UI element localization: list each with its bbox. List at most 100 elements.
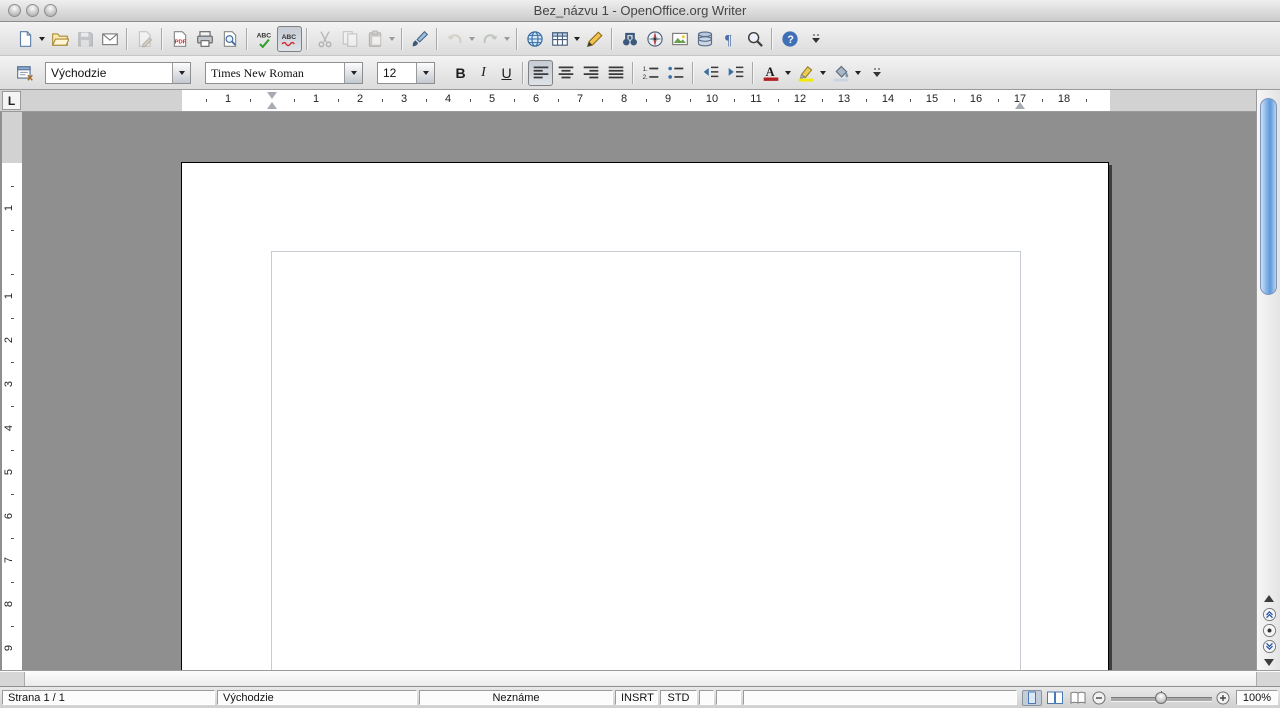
ruler-tick: [250, 99, 251, 102]
numbered-list-button[interactable]: 1.2.: [638, 60, 663, 86]
find-replace-button[interactable]: [617, 26, 642, 52]
multiple-pages-view-button[interactable]: [1045, 690, 1065, 706]
scrollbar-thumb[interactable]: [1260, 98, 1277, 295]
single-page-view-button[interactable]: [1022, 690, 1042, 706]
zoom-out-button[interactable]: [1092, 691, 1106, 705]
undo-button[interactable]: [442, 26, 467, 52]
book-view-button[interactable]: [1068, 690, 1088, 706]
previous-page-button[interactable]: [1258, 606, 1280, 622]
bullet-list-button[interactable]: [663, 60, 688, 86]
toolbar-separator: [246, 28, 248, 50]
spellcheck-button[interactable]: ABC: [252, 26, 277, 52]
insert-table-button[interactable]: [547, 26, 572, 52]
chevron-down-icon: [351, 71, 357, 75]
underline-button[interactable]: U: [495, 60, 518, 86]
zoom-slider-thumb[interactable]: [1155, 692, 1167, 704]
zoom-in-button[interactable]: [1216, 691, 1230, 705]
status-modified-cell[interactable]: [716, 690, 741, 705]
scroll-up-button[interactable]: [1258, 590, 1280, 606]
document-area[interactable]: [24, 112, 1256, 670]
show-draw-functions-button[interactable]: [582, 26, 607, 52]
status-page-number[interactable]: Strana 1 / 1: [2, 690, 215, 705]
paragraph-style-dropdown-button[interactable]: [172, 63, 190, 83]
status-insert-mode[interactable]: INSRT: [615, 690, 658, 705]
background-color-button[interactable]: [828, 60, 853, 86]
new-document-dropdown-arrow[interactable]: [37, 26, 47, 52]
table-dropdown-arrow[interactable]: [572, 26, 582, 52]
nonprinting-characters-button[interactable]: ¶: [717, 26, 742, 52]
decrease-indent-button[interactable]: [698, 60, 723, 86]
status-language[interactable]: Neznáme: [419, 690, 613, 705]
styles-and-formatting-button[interactable]: [12, 60, 37, 86]
gallery-button[interactable]: [667, 26, 692, 52]
document-as-email-button[interactable]: [97, 26, 122, 52]
export-pdf-button[interactable]: PDF: [167, 26, 192, 52]
edit-file-button[interactable]: [132, 26, 157, 52]
increase-indent-button[interactable]: [723, 60, 748, 86]
text-boundary[interactable]: [271, 251, 1021, 670]
align-center-button[interactable]: [553, 60, 578, 86]
first-line-indent-marker[interactable]: [267, 92, 277, 99]
align-right-button[interactable]: [578, 60, 603, 86]
auto-spellcheck-button[interactable]: ABC: [277, 26, 302, 52]
copy-button[interactable]: [337, 26, 362, 52]
paste-button[interactable]: [362, 26, 387, 52]
justify-button[interactable]: [603, 60, 628, 86]
globe-icon: [526, 30, 544, 48]
svg-text:A: A: [765, 64, 774, 78]
background-color-dropdown-arrow[interactable]: [853, 60, 863, 86]
navigation-button[interactable]: [1258, 622, 1280, 638]
redo-button[interactable]: [477, 26, 502, 52]
navigator-button[interactable]: [642, 26, 667, 52]
highlighting-dropdown-arrow[interactable]: [818, 60, 828, 86]
page-preview-button[interactable]: [217, 26, 242, 52]
left-indent-marker[interactable]: [267, 102, 277, 109]
save-button[interactable]: [72, 26, 97, 52]
font-color-button[interactable]: A: [758, 60, 783, 86]
tab-stop-selector[interactable]: L: [2, 91, 21, 110]
italic-button[interactable]: I: [472, 60, 495, 86]
scroll-down-button[interactable]: [1258, 654, 1280, 670]
open-button[interactable]: [47, 26, 72, 52]
horizontal-scrollbar[interactable]: [0, 670, 1280, 686]
font-size-dropdown-button[interactable]: [416, 63, 434, 83]
data-sources-button[interactable]: [692, 26, 717, 52]
vertical-scrollbar[interactable]: [1256, 90, 1280, 670]
highlighting-button[interactable]: [793, 60, 818, 86]
status-zoom-value[interactable]: 100%: [1236, 690, 1278, 705]
status-selection-mode[interactable]: STD: [660, 690, 697, 705]
new-document-button[interactable]: [12, 26, 37, 52]
paste-dropdown-arrow[interactable]: [387, 26, 397, 52]
font-name-dropdown-button[interactable]: [344, 63, 362, 83]
svg-text:1.: 1.: [642, 65, 647, 72]
print-button[interactable]: [192, 26, 217, 52]
next-page-button[interactable]: [1258, 638, 1280, 654]
status-hyperlink-cell[interactable]: [699, 690, 714, 705]
vertical-ruler[interactable]: 1123456789: [2, 112, 22, 670]
font-color-dropdown-arrow[interactable]: [783, 60, 793, 86]
right-indent-marker[interactable]: [1015, 102, 1025, 109]
paragraph-style-value[interactable]: Východzie: [46, 63, 172, 83]
redo-dropdown-arrow[interactable]: [502, 26, 512, 52]
align-left-button[interactable]: [528, 60, 553, 86]
formatting-toolbar: Východzie Times New Roman 12 B I U 1.2. …: [0, 56, 1280, 90]
font-name-value[interactable]: Times New Roman: [206, 63, 344, 83]
cut-button[interactable]: [312, 26, 337, 52]
scrollbar-corner: [1256, 672, 1280, 687]
ruler-tick: [11, 318, 14, 319]
toolbar-options-button[interactable]: [808, 34, 824, 43]
toolbar-options-button[interactable]: [869, 68, 885, 77]
page[interactable]: [181, 162, 1109, 670]
draw-pencil-icon: [586, 30, 604, 48]
zoom-button[interactable]: [742, 26, 767, 52]
ruler-tick: [954, 99, 955, 102]
undo-dropdown-arrow[interactable]: [467, 26, 477, 52]
help-button[interactable]: ?: [777, 26, 802, 52]
bold-button[interactable]: B: [449, 60, 472, 86]
horizontal-ruler[interactable]: 1123456789101112131415161718 L: [0, 90, 1280, 112]
hyperlink-button[interactable]: [522, 26, 547, 52]
status-page-style[interactable]: Východzie: [217, 690, 417, 705]
format-paintbrush-button[interactable]: [407, 26, 432, 52]
font-size-value[interactable]: 12: [378, 63, 416, 83]
status-signature-cell[interactable]: [743, 690, 1017, 705]
